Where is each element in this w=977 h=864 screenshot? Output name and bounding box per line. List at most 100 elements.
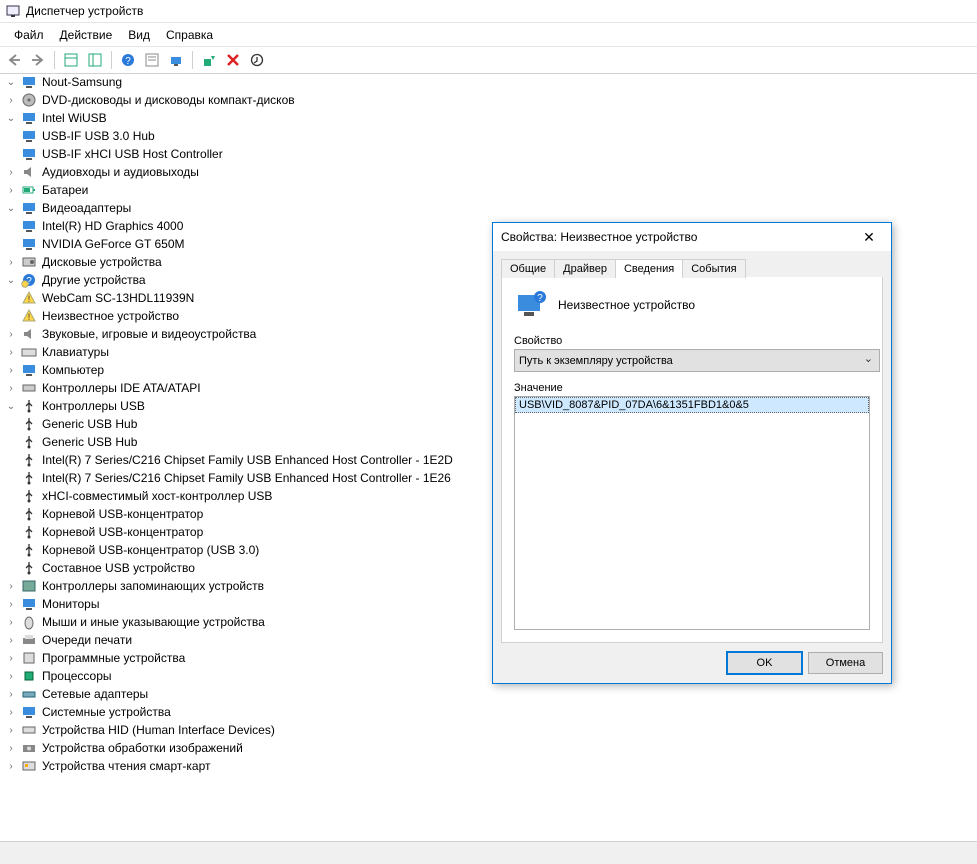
toolbar-separator xyxy=(111,51,112,69)
toolbar: ? xyxy=(0,46,977,74)
expand-icon[interactable]: ⌄ xyxy=(4,111,18,125)
tab-details[interactable]: Сведения xyxy=(615,259,683,278)
expand-icon[interactable]: › xyxy=(4,633,18,647)
value-item[interactable]: USB\VID_8087&PID_07DA\6&1351FBD1&0&5 xyxy=(515,397,869,413)
tree-label: Процессоры xyxy=(40,669,114,683)
expand-icon[interactable]: › xyxy=(4,723,18,737)
tree-item-system[interactable]: ›Системные устройства xyxy=(4,703,977,721)
tree-item-wiusb-hub[interactable]: USB-IF USB 3.0 Hub xyxy=(4,127,977,145)
expand-icon[interactable]: › xyxy=(4,651,18,665)
dialog-title: Свойства: Неизвестное устройство xyxy=(501,230,855,244)
cancel-button[interactable]: Отмена xyxy=(808,652,883,674)
tree-item-battery[interactable]: ›Батареи xyxy=(4,181,977,199)
property-dropdown[interactable]: Путь к экземпляру устройства xyxy=(514,349,880,372)
expand-icon[interactable]: ⌄ xyxy=(4,273,18,287)
tree-label: Intel(R) HD Graphics 4000 xyxy=(40,219,185,233)
expand-icon[interactable]: › xyxy=(4,255,18,269)
forward-button[interactable] xyxy=(28,50,48,70)
expand-icon[interactable]: › xyxy=(4,345,18,359)
menu-file[interactable]: Файл xyxy=(6,26,52,44)
ok-button[interactable]: OK xyxy=(727,652,802,674)
window-title: Диспетчер устройств xyxy=(26,4,143,18)
update-driver-button[interactable] xyxy=(199,50,219,70)
scan-hardware-button[interactable] xyxy=(247,50,267,70)
tree-label: Generic USB Hub xyxy=(40,435,139,449)
tree-label: Устройства обработки изображений xyxy=(40,741,245,755)
tree-item-dvd[interactable]: ›DVD-дисководы и дисководы компакт-диско… xyxy=(4,91,977,109)
tree-label: Другие устройства xyxy=(40,273,148,287)
tab-general[interactable]: Общие xyxy=(501,259,555,278)
expand-icon[interactable]: › xyxy=(4,327,18,341)
back-button[interactable] xyxy=(4,50,24,70)
tab-driver[interactable]: Драйвер xyxy=(554,259,616,278)
help-button[interactable]: ? xyxy=(118,50,138,70)
tab-events[interactable]: События xyxy=(682,259,745,278)
tree-item-net[interactable]: › Сетевые адаптеры xyxy=(4,685,977,703)
expand-icon[interactable]: › xyxy=(4,165,18,179)
props-button[interactable] xyxy=(142,50,162,70)
tree-label: NVIDIA GeForce GT 650M xyxy=(40,237,187,251)
expand-icon[interactable]: › xyxy=(4,669,18,683)
tree-label: Видеоадаптеры xyxy=(40,201,133,215)
tree-label: Устройства HID (Human Interface Devices) xyxy=(40,723,277,737)
tree-item-imaging[interactable]: › Устройства обработки изображений xyxy=(4,739,977,757)
expand-icon[interactable]: › xyxy=(4,741,18,755)
expand-icon[interactable]: › xyxy=(4,183,18,197)
expand-icon[interactable]: › xyxy=(4,93,18,107)
tree-item-smartcard[interactable]: ›Устройства чтения смарт-карт xyxy=(4,757,977,775)
expand-icon[interactable]: ⌄ xyxy=(4,201,18,215)
menu-help[interactable]: Справка xyxy=(158,26,221,44)
tree-label: Программные устройства xyxy=(40,651,187,665)
tree-item-wiusb-xhci[interactable]: USB-IF xHCI USB Host Controller xyxy=(4,145,977,163)
status-bar xyxy=(0,841,977,864)
network-icon xyxy=(21,686,37,702)
cpu-icon xyxy=(21,668,37,684)
expand-icon[interactable]: ⌄ xyxy=(4,399,18,413)
expand-icon[interactable]: › xyxy=(4,381,18,395)
tree-label: Intel(R) 7 Series/C216 Chipset Family US… xyxy=(40,471,453,485)
tree-label: Неизвестное устройство xyxy=(40,309,181,323)
svg-text:!: ! xyxy=(28,294,31,304)
usb-plug-icon xyxy=(21,470,37,486)
display-icon xyxy=(21,236,37,252)
usb-plug-icon xyxy=(21,434,37,450)
expand-icon[interactable]: › xyxy=(4,597,18,611)
computer-icon xyxy=(21,362,37,378)
svg-text:?: ? xyxy=(125,56,131,67)
tree-label: Аудиовходы и аудиовыходы xyxy=(40,165,201,179)
expand-icon[interactable]: › xyxy=(4,615,18,629)
toolbar-separator xyxy=(192,51,193,69)
usb-plug-icon xyxy=(21,506,37,522)
menu-view[interactable]: Вид xyxy=(120,26,158,44)
view-button-1[interactable] xyxy=(61,50,81,70)
scan-button[interactable] xyxy=(166,50,186,70)
expand-icon[interactable]: › xyxy=(4,759,18,773)
expand-icon[interactable]: › xyxy=(4,687,18,701)
expand-icon[interactable]: › xyxy=(4,363,18,377)
tree-item-video[interactable]: ⌄ Видеоадаптеры xyxy=(4,199,977,217)
expand-icon[interactable]: › xyxy=(4,705,18,719)
expand-icon[interactable]: › xyxy=(4,579,18,593)
menu-action[interactable]: Действие xyxy=(52,26,121,44)
value-listbox[interactable]: USB\VID_8087&PID_07DA\6&1351FBD1&0&5 xyxy=(514,396,870,630)
ide-icon xyxy=(21,380,37,396)
expand-icon[interactable]: ⌄ xyxy=(4,75,18,89)
tree-label: Клавиатуры xyxy=(40,345,111,359)
tree-item-hid[interactable]: › Устройства HID (Human Interface Devices… xyxy=(4,721,977,739)
device-icon: ? xyxy=(514,289,546,321)
mouse-icon xyxy=(21,614,37,630)
view-button-2[interactable] xyxy=(85,50,105,70)
smartcard-icon xyxy=(21,758,37,774)
tree-root[interactable]: ⌄ Nout-Samsung xyxy=(4,73,977,91)
tree-label: Сетевые адаптеры xyxy=(40,687,150,701)
uninstall-button[interactable] xyxy=(223,50,243,70)
close-icon[interactable]: ✕ xyxy=(855,223,883,251)
tree-item-wiusb[interactable]: ⌄Intel WiUSB xyxy=(4,109,977,127)
dialog-title-bar[interactable]: Свойства: Неизвестное устройство ✕ xyxy=(493,223,891,251)
usb-plug-icon xyxy=(21,416,37,432)
hid-icon xyxy=(21,722,37,738)
app-icon xyxy=(6,4,20,18)
tree-label: Корневой USB-концентратор xyxy=(40,525,205,539)
tree-item-audio[interactable]: › Аудиовходы и аудиовыходы xyxy=(4,163,977,181)
menu-bar: Файл Действие Вид Справка xyxy=(0,23,977,46)
